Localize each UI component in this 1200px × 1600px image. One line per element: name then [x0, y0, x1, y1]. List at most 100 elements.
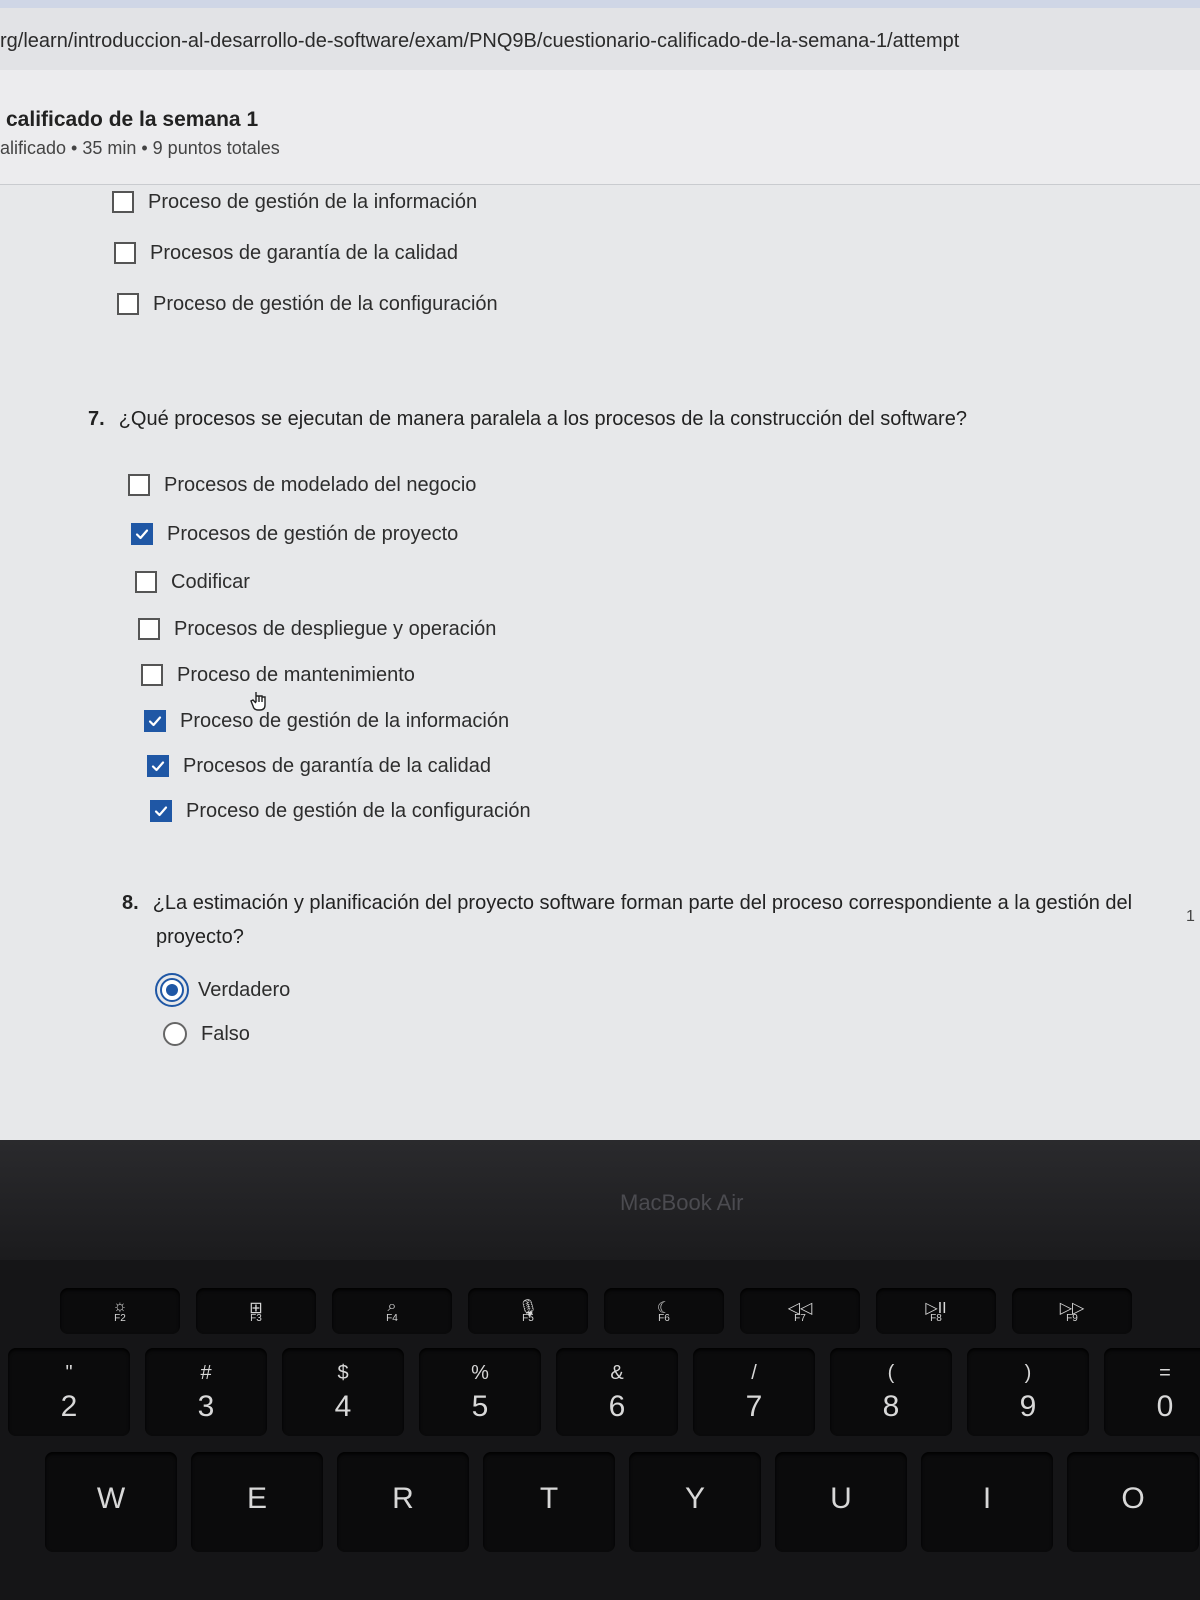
- screen: rg/learn/introduccion-al-desarrollo-de-s…: [0, 0, 1200, 1165]
- letter-key[interactable]: W: [45, 1452, 177, 1552]
- url-text[interactable]: rg/learn/introduccion-al-desarrollo-de-s…: [0, 30, 959, 53]
- letter-key[interactable]: U: [775, 1452, 907, 1552]
- checkbox-option[interactable]: Procesos de garantía de la calidad: [114, 238, 458, 268]
- option-label: Codificar: [171, 570, 250, 593]
- checkbox-option[interactable]: Procesos de modelado del negocio: [128, 470, 476, 500]
- key-char: U: [830, 1482, 852, 1515]
- number-key[interactable]: " 2: [8, 1348, 130, 1436]
- function-key-label: F8: [930, 1313, 942, 1324]
- key-char: 8: [882, 1390, 900, 1423]
- key-shift-char: &: [610, 1362, 624, 1384]
- function-key[interactable]: ◁◁ F7: [740, 1288, 860, 1334]
- letter-key[interactable]: R: [337, 1452, 469, 1552]
- letter-key[interactable]: T: [483, 1452, 615, 1552]
- hand-cursor-icon: [250, 690, 270, 717]
- number-key[interactable]: % 5: [419, 1348, 541, 1436]
- function-key[interactable]: ▷II F8: [876, 1288, 996, 1334]
- checkbox-empty-icon[interactable]: [128, 474, 150, 496]
- letter-key[interactable]: Y: [629, 1452, 761, 1552]
- letter-key[interactable]: O: [1067, 1452, 1199, 1552]
- key-char: Y: [684, 1482, 705, 1515]
- letter-key[interactable]: E: [191, 1452, 323, 1552]
- function-key[interactable]: ☼ F2: [60, 1288, 180, 1334]
- checkbox-option[interactable]: Procesos de garantía de la calidad: [147, 751, 491, 781]
- keyboard: ☼ F2 ⊞ F3 ⌕ F4 🎙 F5 ☾ F6 ◁◁ F7 ▷II F8 ▷▷ F9 " 2 #3 $4% 5 & 6/…: [0, 1260, 1200, 1600]
- function-key[interactable]: 🎙 F5: [468, 1288, 588, 1334]
- function-key[interactable]: ☾ F6: [604, 1288, 724, 1334]
- key-char: T: [539, 1482, 559, 1515]
- option-label: Proceso de gestión de la configuración: [153, 292, 498, 315]
- checkbox-option[interactable]: Procesos de gestión de proyecto: [131, 519, 458, 549]
- checkbox-checked-icon[interactable]: [131, 523, 153, 545]
- key-char: I: [982, 1482, 992, 1515]
- radio-selected-icon[interactable]: [155, 973, 189, 1007]
- quiz-header: calificado de la semana 1 alificado • 35…: [0, 70, 1200, 185]
- function-key[interactable]: ▷▷ F9: [1012, 1288, 1132, 1334]
- letter-key[interactable]: I: [921, 1452, 1053, 1552]
- function-key[interactable]: ⌕ F4: [332, 1288, 452, 1334]
- function-key-label: F7: [794, 1313, 806, 1324]
- function-key-label: F5: [522, 1313, 534, 1324]
- number-key[interactable]: ) 9: [967, 1348, 1089, 1436]
- key-char: 4: [334, 1390, 352, 1423]
- function-key-label: F6: [658, 1313, 670, 1324]
- question-text-line1: ¿La estimación y planificación del proye…: [152, 892, 1133, 914]
- option-label: Proceso de gestión de la información: [180, 709, 510, 732]
- option-label: Falso: [201, 1022, 250, 1045]
- checkbox-empty-icon[interactable]: [141, 664, 163, 686]
- quiz-title: calificado de la semana 1: [6, 108, 259, 131]
- key-char: 3: [197, 1390, 215, 1423]
- checkbox-checked-icon[interactable]: [147, 755, 169, 777]
- radio-option[interactable]: Verdadero: [155, 973, 290, 1007]
- checkbox-option[interactable]: Proceso de gestión de la configuración: [150, 796, 531, 826]
- checkbox-option[interactable]: Proceso de gestión de la información: [112, 187, 477, 217]
- function-key-label: F3: [250, 1313, 262, 1324]
- key-shift-char: %: [471, 1362, 489, 1384]
- checkbox-option[interactable]: Proceso de gestión de la información: [144, 706, 509, 736]
- question-text: ¿Qué procesos se ejecutan de manera para…: [118, 408, 967, 430]
- checkbox-empty-icon[interactable]: [117, 293, 139, 315]
- number-key[interactable]: /7: [693, 1348, 815, 1436]
- option-label: Procesos de modelado del negocio: [164, 473, 477, 496]
- option-label: Procesos de gestión de proyecto: [167, 522, 459, 545]
- key-shift-char: #: [200, 1362, 212, 1384]
- number-key[interactable]: (8: [830, 1348, 952, 1436]
- option-label: Procesos de garantía de la calidad: [183, 754, 491, 777]
- key-shift-char: ": [65, 1362, 73, 1384]
- number-key[interactable]: & 6: [556, 1348, 678, 1436]
- option-label: Procesos de garantía de la calidad: [150, 241, 458, 264]
- checkbox-empty-icon[interactable]: [135, 571, 157, 593]
- checkbox-checked-icon[interactable]: [150, 800, 172, 822]
- question-number: 8.: [122, 892, 139, 914]
- checkbox-checked-icon[interactable]: [144, 710, 166, 732]
- function-key[interactable]: ⊞ F3: [196, 1288, 316, 1334]
- checkbox-option[interactable]: Codificar: [135, 567, 250, 597]
- number-key[interactable]: = 0: [1104, 1348, 1200, 1436]
- option-label: Proceso de gestión de la configuración: [186, 799, 531, 822]
- key-char: 0: [1156, 1390, 1174, 1423]
- question-text-line2: proyecto?: [156, 926, 244, 948]
- key-char: E: [246, 1482, 267, 1515]
- number-key[interactable]: #3: [145, 1348, 267, 1436]
- key-char: 2: [60, 1390, 78, 1423]
- radio-empty-icon[interactable]: [163, 1022, 187, 1046]
- function-key-label: F4: [386, 1313, 398, 1324]
- checkbox-empty-icon[interactable]: [114, 242, 136, 264]
- key-char: 6: [608, 1390, 626, 1423]
- question-7: 7. ¿Qué procesos se ejecutan de manera pa…: [88, 402, 967, 436]
- radio-option[interactable]: Falso: [163, 1019, 250, 1049]
- question-number: 7.: [88, 408, 105, 430]
- checkbox-option[interactable]: Proceso de gestión de la configuración: [117, 289, 498, 319]
- checkbox-empty-icon[interactable]: [112, 191, 134, 213]
- option-label: Procesos de despliegue y operación: [174, 617, 497, 640]
- number-key[interactable]: $4: [282, 1348, 404, 1436]
- checkbox-option[interactable]: Proceso de mantenimiento: [141, 660, 415, 690]
- key-char: W: [96, 1482, 126, 1515]
- key-char: O: [1121, 1482, 1145, 1515]
- checkbox-empty-icon[interactable]: [138, 618, 160, 640]
- key-shift-char: $: [337, 1362, 349, 1384]
- checkbox-option[interactable]: Procesos de despliegue y operación: [138, 614, 496, 644]
- browser-address-bar[interactable]: rg/learn/introduccion-al-desarrollo-de-s…: [0, 0, 1200, 71]
- question-8: 8. ¿La estimación y planificación del pro…: [122, 886, 1162, 954]
- tab-strip: [0, 0, 1200, 8]
